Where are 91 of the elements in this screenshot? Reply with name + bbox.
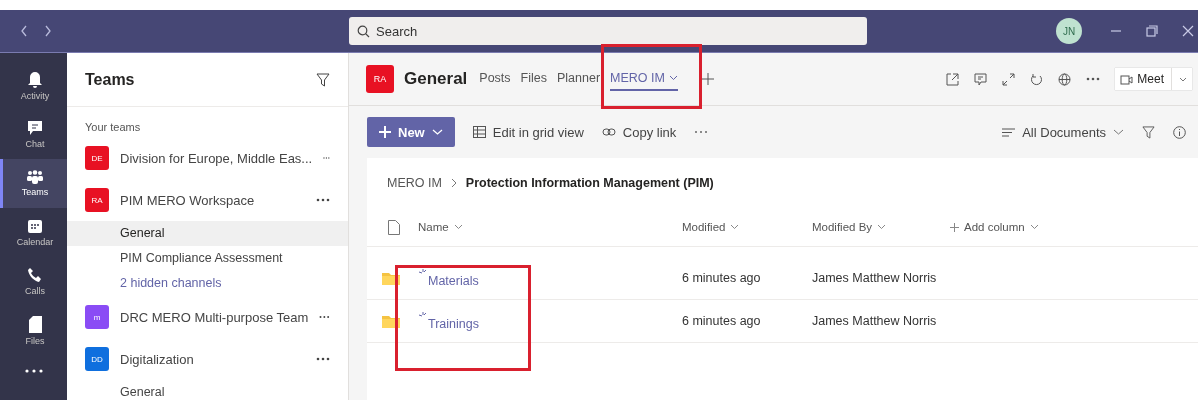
breadcrumb-current: Protection Information Management (PIM) [465, 176, 714, 190]
link-icon [601, 127, 616, 137]
more-icon[interactable] [1086, 77, 1101, 81]
more-icon[interactable] [24, 369, 43, 373]
user-avatar[interactable]: JN [1056, 18, 1082, 44]
chevron-down-icon [730, 224, 740, 230]
team-avatar: m [85, 305, 109, 329]
chevron-right-icon [450, 178, 457, 188]
team-avatar: RA [85, 188, 109, 212]
file-icon [28, 315, 42, 333]
expand-icon[interactable] [1002, 72, 1016, 86]
plus-icon [379, 126, 391, 138]
pop-out-icon[interactable] [946, 72, 960, 86]
folder-name-link[interactable]: Materials [428, 273, 479, 288]
forward-icon[interactable] [44, 25, 52, 37]
column-header[interactable]: Modified By [812, 221, 950, 233]
teams-icon [26, 170, 44, 184]
add-column-button[interactable]: Add column [950, 221, 1039, 233]
tab[interactable]: Planner [557, 67, 601, 91]
chevron-down-icon [1179, 76, 1187, 82]
phone-icon [27, 267, 43, 283]
grid-icon [472, 126, 486, 138]
more-icon[interactable] [316, 198, 330, 202]
chevron-down-icon [1029, 224, 1039, 230]
team-name: Digitalization [120, 351, 195, 367]
search-field[interactable]: Search [349, 17, 867, 45]
app-bar-item[interactable]: Calendar [0, 208, 67, 257]
chevron-down-icon [431, 129, 443, 135]
team-item[interactable]: RA PIM MERO Workspace [67, 179, 348, 221]
table-cell-text: James Matthew Norris [812, 314, 938, 328]
app-bar-item[interactable]: Teams [0, 159, 67, 208]
refresh-icon[interactable] [1030, 72, 1044, 86]
maximize-icon[interactable] [1146, 25, 1158, 37]
channel-item[interactable]: General [67, 221, 348, 246]
chevron-down-icon [668, 75, 678, 81]
chevron-down-icon [1113, 129, 1124, 135]
edit-grid-view-button[interactable]: Edit in grid view [472, 124, 584, 140]
channel-title: General [404, 69, 468, 89]
team-item[interactable]: m DRC MERO Multi-purpose Team [67, 296, 348, 338]
list-icon [1002, 127, 1016, 137]
app-bar-item[interactable]: Calls [0, 257, 67, 306]
folder-name-link[interactable]: Trainings [428, 316, 479, 331]
view-selector[interactable]: All Documents [1002, 124, 1124, 140]
column-header[interactable]: Modified [682, 221, 812, 233]
team-name: DRC MERO Multi-purpose Team [120, 309, 309, 325]
section-label: Your teams [84, 120, 142, 135]
globe-icon[interactable] [1058, 72, 1072, 86]
channel-item[interactable]: PIM Compliance Assessment [67, 246, 348, 271]
column-header[interactable]: Name [418, 221, 682, 233]
chevron-down-icon [877, 224, 887, 230]
chat-icon [27, 120, 43, 136]
file-type-icon [388, 219, 400, 235]
plus-icon [950, 222, 959, 232]
team-name: Division for Europe, Middle Eas... [120, 150, 313, 166]
channel-avatar: RA [366, 65, 394, 93]
hidden-channels-link[interactable]: 2 hidden channels [67, 271, 348, 296]
copy-link-button[interactable]: Copy link [601, 124, 677, 140]
breadcrumb-link[interactable]: MERO IM [387, 176, 442, 190]
chevron-down-icon [453, 224, 463, 230]
back-icon[interactable] [20, 25, 28, 37]
add-tab-icon[interactable] [701, 73, 714, 85]
new-item-icon [418, 311, 427, 320]
table-cell-text: 6 minutes ago [682, 271, 762, 285]
table-cell-text: 6 minutes ago [682, 314, 762, 328]
team-item[interactable]: DE Division for Europe, Middle Eas... [67, 137, 348, 179]
team-name: PIM MERO Workspace [120, 192, 256, 208]
bell-icon [27, 70, 43, 88]
team-item[interactable]: DD Digitalization [67, 338, 348, 380]
close-icon[interactable] [1182, 25, 1194, 37]
filter-icon[interactable] [1142, 125, 1155, 139]
team-avatar: DD [85, 347, 109, 371]
calendar-icon [27, 218, 43, 234]
conversation-icon[interactable] [974, 72, 988, 86]
tab[interactable]: MERO IM [610, 67, 678, 91]
meet-button[interactable]: Meet [1115, 68, 1192, 90]
more-icon[interactable] [319, 315, 330, 319]
more-icon[interactable] [316, 357, 330, 361]
table-cell-text: James Matthew Norris [812, 271, 938, 285]
video-camera-icon [1120, 73, 1134, 85]
new-button[interactable]: New [367, 117, 455, 147]
app-bar-item[interactable]: Activity [0, 61, 67, 110]
app-bar-item[interactable]: Files [0, 306, 67, 355]
team-avatar: DE [85, 146, 109, 170]
tab[interactable]: Posts [479, 67, 511, 91]
panel-title: Teams [85, 70, 135, 89]
tab[interactable]: Files [520, 67, 547, 91]
filter-icon[interactable] [316, 72, 330, 87]
new-item-icon [418, 268, 427, 277]
app-bar-item[interactable]: Chat [0, 110, 67, 159]
info-icon[interactable] [1173, 125, 1186, 139]
channel-item[interactable]: General [67, 380, 348, 400]
